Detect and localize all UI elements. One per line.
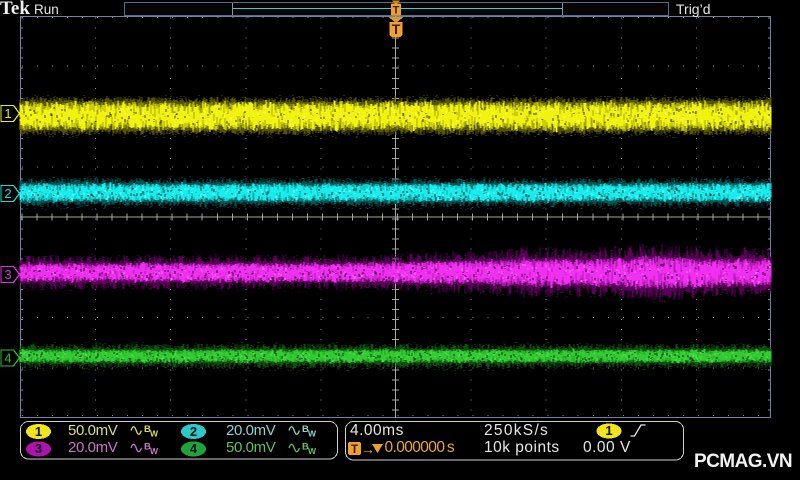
svg-text:W: W: [150, 446, 159, 456]
svg-text:2: 2: [4, 186, 11, 201]
svg-text:3: 3: [4, 267, 11, 282]
svg-text:W: W: [308, 429, 317, 439]
svg-text:T: T: [393, 5, 400, 17]
svg-text:1: 1: [4, 106, 11, 121]
svg-text:W: W: [150, 429, 159, 439]
svg-text:4: 4: [4, 351, 11, 366]
svg-text:T: T: [392, 21, 401, 37]
svg-text:W: W: [308, 446, 317, 456]
svg-text:T: T: [351, 442, 359, 456]
